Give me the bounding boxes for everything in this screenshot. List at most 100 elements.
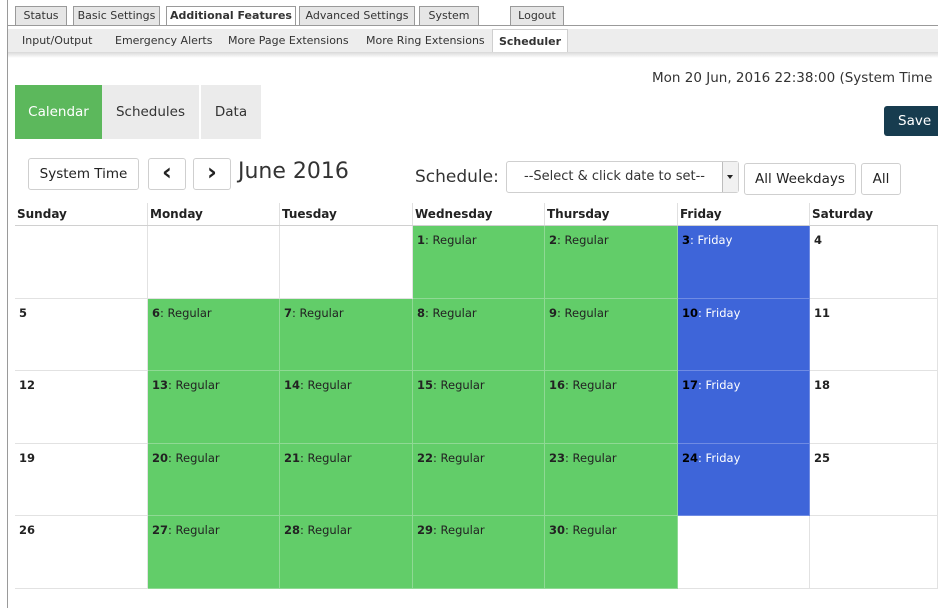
subtab-scheduler[interactable]: Scheduler [492,29,568,52]
tab-system[interactable]: System [419,6,479,25]
day-number: 4 [814,233,823,247]
subtab-emergency-alerts[interactable]: Emergency Alerts [115,29,212,52]
calendar-day-cell[interactable]: 12 [15,371,148,444]
day-number: 14 [284,378,301,392]
calendar-day-cell[interactable]: 22: Regular [413,443,545,516]
tab-basic-settings[interactable]: Basic Settings [73,6,160,25]
day-label: 14: Regular [284,378,352,392]
calendar-day-cell[interactable]: 7: Regular [280,298,413,371]
calendar-day-cell[interactable] [148,226,280,299]
day-separator: : [557,305,565,320]
chevron-down-icon[interactable] [722,162,738,192]
calendar-day-cell[interactable]: 9: Regular [545,298,678,371]
day-number: 9 [549,305,558,320]
tab-additional-features[interactable]: Additional Features [166,6,296,26]
calendar-day-cell[interactable]: 30: Regular [545,516,678,589]
day-separator: : [565,450,573,465]
day-schedule: Regular [175,523,220,537]
chevron-left-icon: ‹ [162,158,172,186]
subtab-more-ring-extensions[interactable]: More Ring Extensions [366,29,485,52]
calendar-day-cell[interactable]: 29: Regular [413,516,545,589]
calendar-day-cell[interactable]: 2: Regular [545,226,678,299]
calendar-day-cell[interactable]: 17: Friday [678,371,810,444]
day-schedule: Regular [175,450,220,465]
tab-logout[interactable]: Logout [510,6,564,25]
day-separator: : [698,378,706,392]
calendar-day-cell[interactable] [810,516,938,589]
day-separator: : [698,450,706,465]
calendar-day-cell[interactable]: 10: Friday [678,298,810,371]
calendar-day-cell[interactable]: 26 [15,516,148,589]
tab-status[interactable]: Status [15,6,67,25]
calendar-day-cell[interactable]: 15: Regular [413,371,545,444]
day-label: 2: Regular [549,233,609,247]
schedule-select[interactable]: --Select & click date to set-- [506,161,739,193]
calendar-day-cell[interactable] [15,226,148,299]
calendar-day-cell[interactable]: 5 [15,298,148,371]
day-label: 18 [814,378,830,392]
save-button[interactable]: Save [884,106,938,136]
day-separator: : [565,378,573,392]
next-month-button[interactable]: › [193,158,231,190]
calendar-day-cell[interactable] [678,516,810,589]
day-schedule: Regular [564,233,609,247]
calendar-day-cell[interactable]: 14: Regular [280,371,413,444]
all-button[interactable]: All [861,163,901,195]
day-schedule: Friday [705,378,741,392]
day-number: 2 [549,233,558,247]
day-separator: : [433,378,441,392]
calendar-day-cell[interactable]: 24: Friday [678,443,810,516]
subtab-input-output[interactable]: Input/Output [22,29,92,52]
calendar-day-cell[interactable]: 28: Regular [280,516,413,589]
view-tab-schedules[interactable]: Schedules [102,85,199,139]
day-schedule: Regular [572,450,617,465]
day-number: 17 [682,378,699,392]
day-label: 1: Regular [417,233,477,247]
day-number: 6 [152,305,161,320]
calendar-day-cell[interactable]: 21: Regular [280,443,413,516]
day-number: 16 [549,378,566,392]
all-weekdays-button[interactable]: All Weekdays [744,163,856,195]
day-schedule: Regular [440,450,485,465]
calendar-day-cell[interactable]: 3: Friday [678,226,810,299]
day-label: 4 [814,233,822,247]
subtab-more-page-extensions[interactable]: More Page Extensions [228,29,349,52]
tab-advanced-settings[interactable]: Advanced Settings [299,6,415,25]
calendar-day-cell[interactable]: 1: Regular [413,226,545,299]
day-number: 23 [549,450,566,465]
calendar-day-cell[interactable]: 13: Regular [148,371,280,444]
calendar-day-cell[interactable]: 27: Regular [148,516,280,589]
calendar-day-cell[interactable] [280,226,413,299]
day-number: 27 [152,523,169,537]
day-schedule: Regular [564,305,609,320]
day-label: 26 [19,523,35,537]
calendar-day-cell[interactable]: 19 [15,443,148,516]
calendar-day-cell[interactable]: 6: Regular [148,298,280,371]
calendar-day-cell[interactable]: 23: Regular [545,443,678,516]
calendar-day-cell[interactable]: 18 [810,371,938,444]
calendar-day-cell[interactable]: 25 [810,443,938,516]
day-label: 22: Regular [417,451,485,465]
day-number: 12 [19,378,36,392]
day-separator: : [698,305,706,320]
day-number: 26 [19,523,36,537]
calendar-day-cell[interactable]: 11 [810,298,938,371]
day-separator: : [300,523,308,537]
day-label: 5 [19,306,27,320]
calendar-day-cell[interactable]: 20: Regular [148,443,280,516]
calendar-day-cell[interactable]: 8: Regular [413,298,545,371]
day-separator: : [557,233,565,247]
calendar-day-cell[interactable]: 4 [810,226,938,299]
day-number: 1 [417,233,426,247]
prev-month-button[interactable]: ‹ [148,158,186,190]
month-title: June 2016 [238,159,349,184]
day-separator: : [433,523,441,537]
view-tab-calendar[interactable]: Calendar [15,85,102,139]
calendar-day-cell[interactable]: 16: Regular [545,371,678,444]
system-time-button[interactable]: System Time [28,158,139,190]
day-number: 5 [19,305,28,320]
day-separator: : [433,450,441,465]
day-separator: : [168,378,176,392]
day-header-thursday: Thursday [545,203,678,225]
view-tab-data[interactable]: Data [201,85,261,139]
